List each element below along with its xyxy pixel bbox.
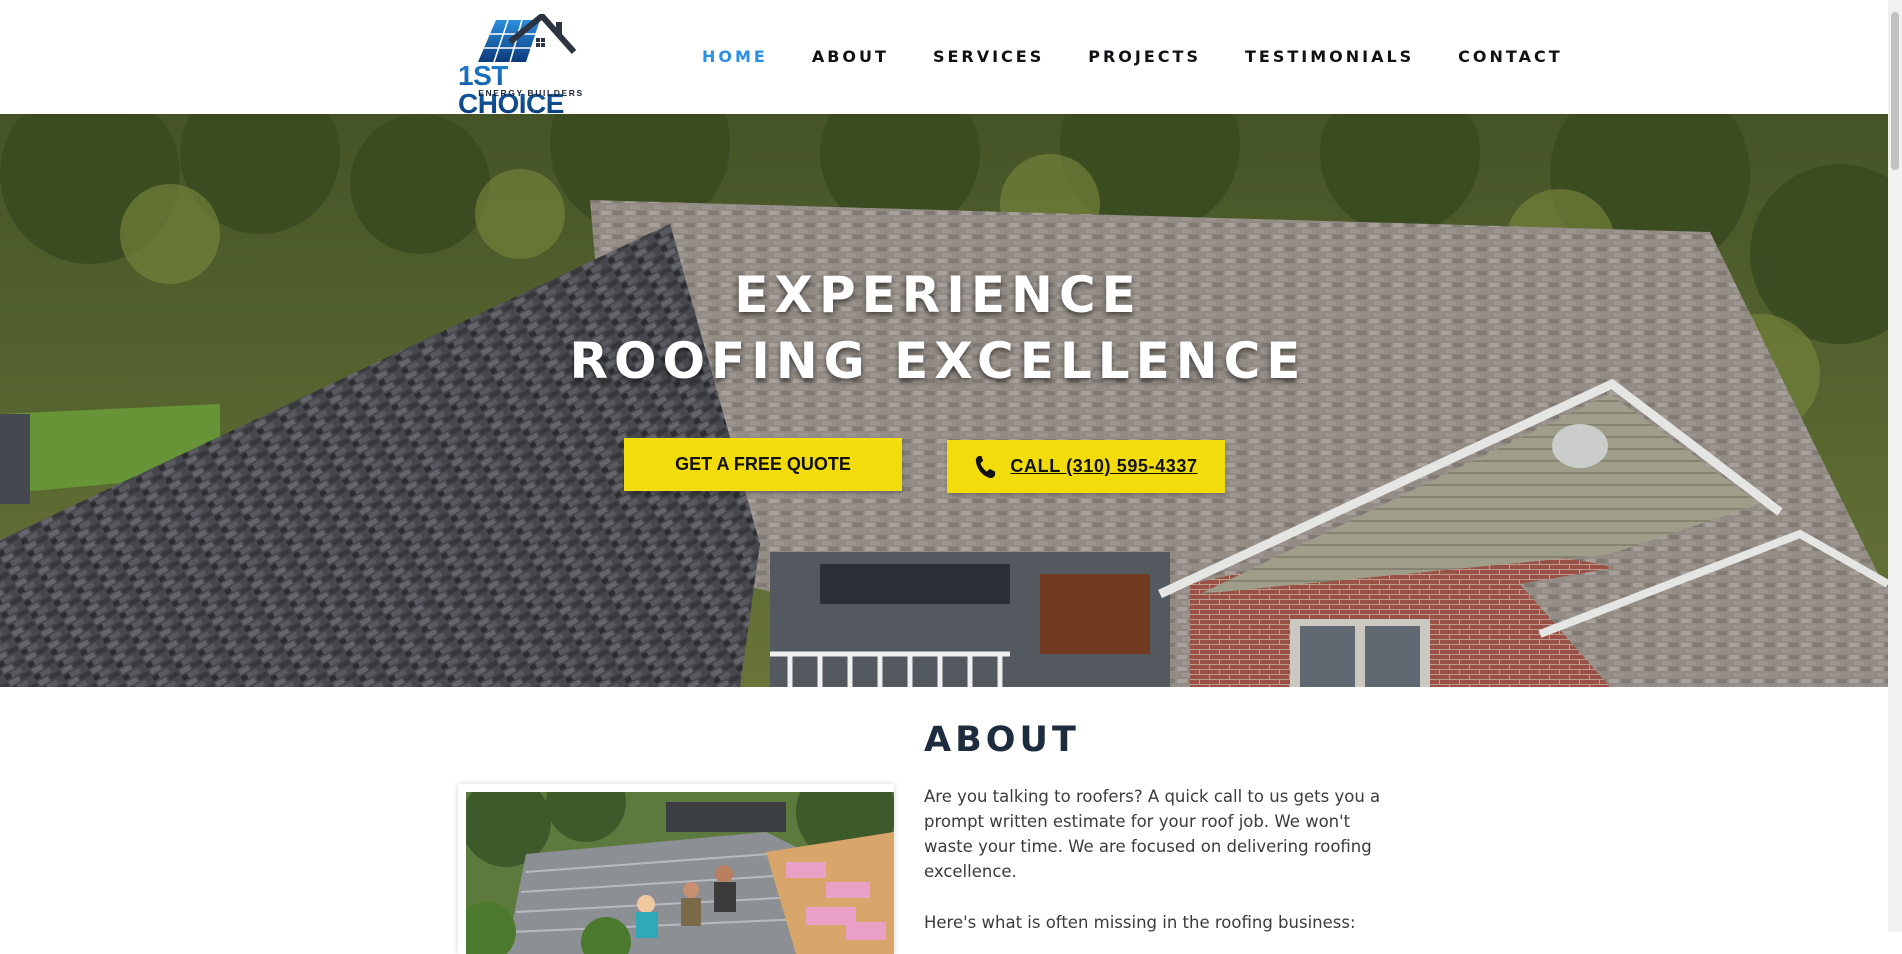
call-phone-button[interactable]: CALL (310) 595-4337 bbox=[947, 440, 1225, 493]
nav-about[interactable]: ABOUT bbox=[812, 46, 889, 68]
brand-tagline: ENERGY BUILDERS bbox=[478, 88, 584, 98]
site-header: 1ST CHOICE ENERGY BUILDERS HOME ABOUT SE… bbox=[0, 0, 1888, 118]
call-button-label: CALL (310) 595-4337 bbox=[1010, 456, 1198, 476]
nav-home[interactable]: HOME bbox=[702, 46, 768, 68]
about-heading: ABOUT bbox=[924, 720, 1080, 760]
about-photo-frame bbox=[458, 784, 894, 954]
nav-services[interactable]: SERVICES bbox=[933, 46, 1044, 68]
hero-section: EXPERIENCE ROOFING EXCELLENCE GET A FREE… bbox=[0, 114, 1888, 687]
phone-icon bbox=[976, 455, 996, 478]
hero-title-line2: ROOFING EXCELLENCE bbox=[569, 332, 1307, 390]
nav-contact[interactable]: CONTACT bbox=[1458, 46, 1562, 68]
main-nav: HOME ABOUT SERVICES PROJECTS TESTIMONIAL… bbox=[702, 46, 1563, 68]
nav-testimonials[interactable]: TESTIMONIALS bbox=[1245, 46, 1414, 68]
about-paragraph: Are you talking to roofers? A quick call… bbox=[924, 787, 1381, 881]
brand-logo[interactable]: 1ST CHOICE ENERGY BUILDERS bbox=[456, 14, 606, 118]
get-free-quote-button[interactable]: GET A FREE QUOTE bbox=[624, 438, 902, 491]
about-paragraph-2: Here's what is often missing in the roof… bbox=[924, 913, 1356, 932]
hero-title-line1: EXPERIENCE bbox=[734, 266, 1142, 324]
nav-projects[interactable]: PROJECTS bbox=[1088, 46, 1201, 68]
page-scrollbar[interactable] bbox=[1888, 0, 1902, 932]
scrollbar-thumb[interactable] bbox=[1891, 12, 1899, 170]
solar-house-logo-icon bbox=[478, 14, 577, 63]
hero-roof-image bbox=[0, 114, 1888, 687]
roofers-working-image bbox=[466, 792, 894, 954]
